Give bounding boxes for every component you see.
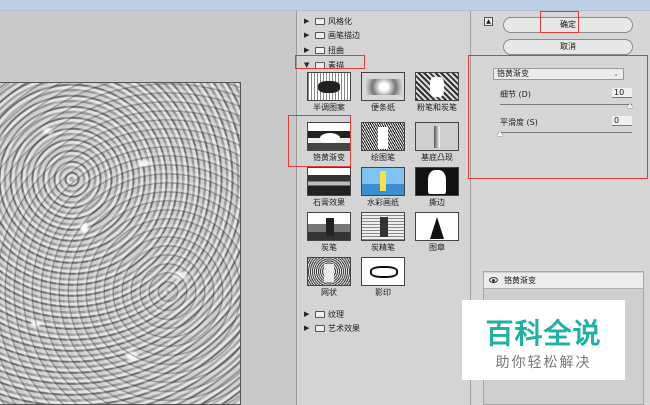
thumb-label: 水彩画纸 bbox=[367, 198, 399, 207]
category-sketch[interactable]: ▼ 素描 bbox=[304, 59, 344, 71]
thumb-halftone-pattern[interactable] bbox=[307, 72, 351, 101]
thumb-label: 粉笔和炭笔 bbox=[417, 103, 457, 112]
cancel-button[interactable]: 取消 bbox=[503, 39, 633, 55]
collapse-triangle-icon: ▼ bbox=[304, 61, 310, 69]
chrome-preview-image bbox=[0, 82, 241, 405]
thumb-plaster[interactable] bbox=[307, 167, 351, 196]
thumb-label: 网状 bbox=[321, 288, 337, 297]
thumb-label: 影印 bbox=[375, 288, 391, 297]
thumb-label: 撕边 bbox=[429, 198, 445, 207]
filter-gallery-panel: ▶ 风格化 ▶ 画笔描边 ▶ 扭曲 ▼ 素描 半调图案 便条纸 粉笔和炭笔 铬黄… bbox=[288, 11, 471, 405]
smoothness-slider-thumb[interactable] bbox=[497, 131, 503, 136]
thumb-charcoal[interactable] bbox=[307, 212, 351, 241]
thumb-label: 石膏效果 bbox=[313, 198, 345, 207]
expand-triangle-icon: ▶ bbox=[304, 17, 310, 25]
collapse-panel-icon[interactable]: ▲ bbox=[484, 17, 493, 26]
thumb-conte-crayon[interactable] bbox=[361, 212, 405, 241]
watermark-sub-text: 助你轻松解决 bbox=[495, 355, 592, 371]
watermark-main-text: 百科全说 bbox=[485, 317, 602, 350]
thumb-label: 绘图笔 bbox=[371, 153, 395, 162]
window-top-bar bbox=[0, 0, 650, 11]
category-artistic[interactable]: ▶ 艺术效果 bbox=[304, 322, 360, 334]
ok-button[interactable]: 确定 bbox=[503, 17, 633, 33]
thumb-water-paper[interactable] bbox=[361, 167, 405, 196]
layer-name: 铬黄渐变 bbox=[504, 276, 536, 285]
expand-triangle-icon: ▶ bbox=[304, 46, 310, 54]
thumb-label: 炭笔 bbox=[321, 243, 337, 252]
category-brush-strokes[interactable]: ▶ 画笔描边 bbox=[304, 29, 360, 41]
thumb-bas-relief[interactable] bbox=[415, 122, 459, 151]
thumb-label: 半调图案 bbox=[313, 103, 345, 112]
thumb-graphic-pen[interactable] bbox=[361, 122, 405, 151]
thumb-label: 炭精笔 bbox=[371, 243, 395, 252]
category-texture[interactable]: ▶ 纹理 bbox=[304, 308, 344, 320]
expand-triangle-icon: ▶ bbox=[304, 310, 310, 318]
folder-icon bbox=[315, 46, 325, 54]
preview-canvas-area[interactable] bbox=[0, 11, 297, 405]
thumb-reticulation[interactable] bbox=[307, 257, 351, 286]
thumb-label: 便条纸 bbox=[371, 103, 395, 112]
thumb-label: 铬黄渐变 bbox=[313, 153, 345, 162]
detail-label: 细节 (D) bbox=[500, 90, 531, 99]
detail-value-input[interactable]: 10 bbox=[612, 88, 632, 98]
eye-icon[interactable] bbox=[489, 277, 498, 283]
thumb-photocopy[interactable] bbox=[361, 257, 405, 286]
folder-icon bbox=[315, 31, 325, 39]
folder-icon bbox=[315, 17, 325, 25]
chevron-down-icon: ⌄ bbox=[613, 70, 619, 78]
category-stylize[interactable]: ▶ 风格化 bbox=[304, 15, 352, 27]
watermark-logo: 百科全说 助你轻松解决 bbox=[462, 300, 625, 380]
folder-icon bbox=[315, 310, 325, 318]
thumb-label: 基底凸现 bbox=[421, 153, 453, 162]
smoothness-value-input[interactable]: 0 bbox=[612, 116, 632, 126]
folder-icon bbox=[315, 324, 325, 332]
expand-triangle-icon: ▶ bbox=[304, 324, 310, 332]
thumb-note-paper[interactable] bbox=[361, 72, 405, 101]
thumb-torn-edges[interactable] bbox=[415, 167, 459, 196]
filter-type-select[interactable]: 铬黄渐变 ⌄ bbox=[493, 68, 624, 80]
thumb-stamp[interactable] bbox=[415, 212, 459, 241]
folder-open-icon bbox=[315, 61, 325, 69]
filter-select-value: 铬黄渐变 bbox=[497, 69, 529, 78]
thumb-label: 图章 bbox=[429, 243, 445, 252]
detail-slider-thumb[interactable] bbox=[627, 103, 633, 108]
detail-slider-track[interactable] bbox=[500, 104, 632, 105]
smoothness-slider-track[interactable] bbox=[500, 132, 632, 133]
expand-triangle-icon: ▶ bbox=[304, 31, 310, 39]
thumb-chalk-charcoal[interactable] bbox=[415, 72, 459, 101]
category-distort[interactable]: ▶ 扭曲 bbox=[304, 44, 344, 56]
thumb-chrome[interactable] bbox=[307, 122, 351, 151]
smoothness-label: 平滑度 (S) bbox=[500, 118, 538, 127]
effect-layer-row[interactable]: 铬黄渐变 bbox=[484, 273, 643, 289]
